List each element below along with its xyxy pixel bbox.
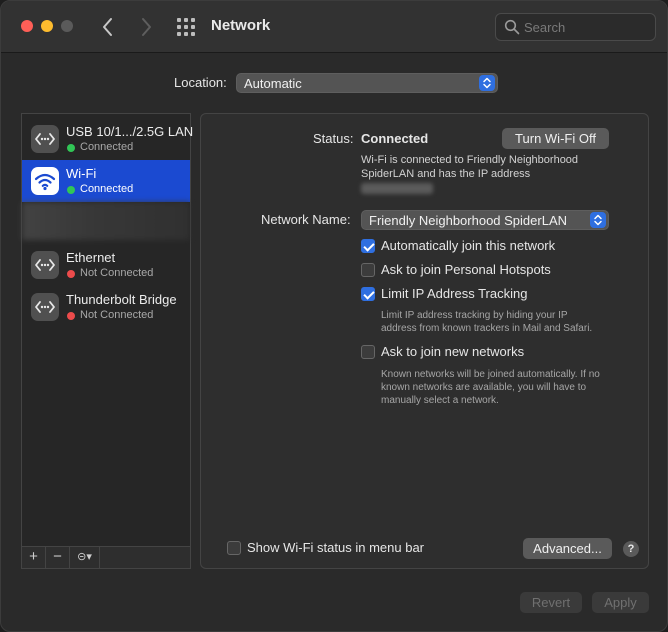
chevron-left-icon — [103, 18, 112, 36]
service-item-usb-lan[interactable]: USB 10/1.../2.5G LAN Connected — [22, 118, 194, 160]
service-name: Ethernet — [66, 250, 116, 265]
help-button[interactable]: ? — [623, 541, 639, 557]
ask-new-description-line-1: Known networks will be joined automatica… — [381, 369, 600, 380]
close-button[interactable] — [21, 20, 33, 32]
zoom-button[interactable] — [61, 20, 73, 32]
auto-join-checkbox[interactable] — [361, 239, 375, 253]
service-status: Connected — [80, 141, 134, 153]
search-field[interactable] — [495, 13, 656, 41]
location-value: Automatic — [244, 76, 302, 91]
service-name: USB 10/1.../2.5G LAN — [66, 124, 194, 139]
ask-hotspots-checkbox[interactable] — [361, 263, 375, 277]
remove-service-button[interactable]: − — [46, 547, 70, 568]
minimize-button[interactable] — [41, 20, 53, 32]
chevron-right-icon — [142, 18, 151, 36]
search-input[interactable] — [524, 18, 649, 36]
auto-join-label: Automatically join this network — [381, 238, 556, 253]
status-dot — [67, 312, 75, 320]
service-item-wifi[interactable]: Wi-Fi Connected — [22, 160, 190, 202]
show-all-grid-icon[interactable] — [177, 18, 195, 36]
service-list-toolbar: + − ⊝▾ — [22, 546, 190, 568]
status-description-line-2: SpiderLAN and has the IP address — [361, 168, 531, 180]
location-popup[interactable]: Automatic — [236, 73, 498, 93]
show-wifi-status-label: Show Wi-Fi status in menu bar — [247, 540, 425, 555]
ask-new-networks-label: Ask to join new networks — [381, 344, 525, 359]
service-status: Not Connected — [80, 309, 154, 321]
network-preferences-window: Network Location: Automatic USB 10/1.../… — [0, 0, 668, 632]
service-item-thunderbolt-bridge[interactable]: Thunderbolt Bridge Not Connected — [22, 286, 190, 328]
chevron-updown-icon — [479, 75, 495, 91]
status-dot — [67, 186, 75, 194]
status-dot — [67, 270, 75, 278]
ask-new-description-line-2: known networks are available, you will h… — [381, 382, 587, 393]
limit-ip-description-line-1: Limit IP address tracking by hiding your… — [381, 310, 568, 321]
redacted-service-item[interactable] — [22, 202, 190, 240]
action-menu-button[interactable]: ⊝▾ — [70, 547, 100, 568]
network-name-label: Network Name: — [261, 212, 351, 227]
service-name: Thunderbolt Bridge — [66, 292, 177, 307]
limit-ip-description-line-2: address from known trackers in Mail and … — [381, 323, 593, 334]
forward-button[interactable] — [135, 15, 157, 39]
revert-button[interactable]: Revert — [520, 592, 582, 613]
service-item-ethernet[interactable]: Ethernet Not Connected — [22, 244, 190, 286]
ethernet-icon — [31, 251, 59, 279]
status-label: Status: — [313, 131, 354, 146]
title-bar: Network — [1, 1, 667, 53]
service-status: Not Connected — [80, 267, 154, 279]
search-icon — [504, 19, 520, 35]
ethernet-icon — [31, 125, 59, 153]
show-wifi-status-checkbox[interactable] — [227, 541, 241, 555]
ask-new-networks-checkbox[interactable] — [361, 345, 375, 359]
ask-new-description-line-3: manually select a network. — [381, 395, 499, 406]
back-button[interactable] — [97, 15, 119, 39]
redacted-ip-address — [361, 183, 433, 194]
advanced-button[interactable]: Advanced... — [523, 538, 612, 559]
wifi-detail-panel: Status: Connected Turn Wi-Fi Off Wi-Fi i… — [200, 113, 649, 569]
status-dot — [67, 144, 75, 152]
limit-ip-tracking-checkbox[interactable] — [361, 287, 375, 301]
network-name-value: Friendly Neighborhood SpiderLAN — [369, 213, 568, 228]
location-label: Location: — [174, 75, 227, 90]
wifi-icon — [31, 167, 59, 195]
service-list: USB 10/1.../2.5G LAN Connected Wi-Fi Con… — [21, 113, 194, 569]
service-status: Connected — [80, 183, 134, 195]
turn-wifi-off-button[interactable]: Turn Wi-Fi Off — [502, 128, 609, 149]
apply-button[interactable]: Apply — [592, 592, 649, 613]
status-description-line-1: Wi-Fi is connected to Friendly Neighborh… — [361, 154, 579, 166]
window-title: Network — [211, 17, 271, 34]
ask-hotspots-label: Ask to join Personal Hotspots — [381, 262, 551, 277]
chevron-updown-icon — [590, 212, 606, 228]
service-name: Wi-Fi — [66, 166, 97, 181]
network-name-popup[interactable]: Friendly Neighborhood SpiderLAN — [361, 210, 609, 230]
status-value: Connected — [361, 131, 429, 146]
limit-ip-tracking-label: Limit IP Address Tracking — [381, 286, 528, 301]
ethernet-icon — [31, 293, 59, 321]
add-service-button[interactable]: + — [22, 547, 46, 568]
